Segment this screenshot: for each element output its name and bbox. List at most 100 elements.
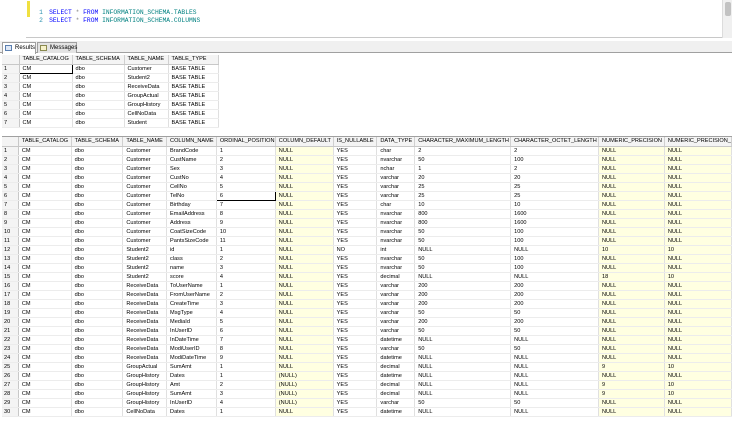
table-cell[interactable]: nvarchar <box>376 254 416 264</box>
table-cell[interactable]: CM <box>18 182 72 192</box>
editor-scrollbar[interactable] <box>722 0 732 38</box>
table-cell[interactable]: YES <box>333 200 378 210</box>
row-number[interactable]: 8 <box>2 209 19 219</box>
table-cell[interactable]: NULL <box>275 263 334 273</box>
row-number[interactable]: 1 <box>2 64 20 74</box>
table-row[interactable]: 2 CM dbo Student2 BASE TABLE <box>2 73 219 83</box>
table-cell[interactable]: nvarchar <box>376 209 416 219</box>
table-cell[interactable]: varchar <box>376 326 416 336</box>
row-number[interactable]: 6 <box>2 191 19 201</box>
table-row[interactable]: 3 CM dbo ReceiveData BASE TABLE <box>2 82 219 92</box>
table-cell[interactable]: 50 <box>510 308 599 318</box>
table-cell[interactable]: NULL <box>598 182 665 192</box>
table-cell[interactable]: CellNo <box>166 182 217 192</box>
table-cell[interactable]: NULL <box>510 371 599 381</box>
table-cell[interactable]: YES <box>333 407 378 417</box>
table-cell[interactable]: BASE TABLE <box>168 118 219 128</box>
row-number[interactable]: 2 <box>2 73 20 83</box>
table-row[interactable]: 26 CM dbo GroupHistory Dates 1 (NULL) YES dateti… <box>2 371 732 381</box>
table-cell[interactable]: NULL <box>275 290 334 300</box>
table-cell[interactable]: YES <box>333 335 378 345</box>
table-cell[interactable]: NULL <box>275 200 334 210</box>
table-row[interactable]: 21 CM dbo ReceiveData InUserID 6 NULL YES varcha… <box>2 326 732 336</box>
row-number[interactable]: 19 <box>2 308 19 318</box>
table-cell[interactable]: NULL <box>664 191 732 201</box>
table-cell[interactable]: NULL <box>414 353 512 363</box>
table-cell[interactable]: NULL <box>275 254 334 264</box>
table-cell[interactable]: datetime <box>376 335 416 345</box>
row-number[interactable]: 1 <box>2 146 19 156</box>
table-row[interactable]: 18 CM dbo ReceiveData CreateTime 3 NULL YES varc… <box>2 299 732 309</box>
table-cell[interactable]: Dates <box>166 371 217 381</box>
table-cell[interactable]: CM <box>18 371 72 381</box>
table-cell[interactable]: 9 <box>598 389 665 399</box>
column-header[interactable]: CHARACTER_MAXIMUM_LENGTH <box>414 137 512 147</box>
table-cell[interactable]: Customer <box>122 173 168 183</box>
table-cell[interactable]: nchar <box>376 164 416 174</box>
table-cell[interactable]: 1600 <box>510 218 599 228</box>
table-cell[interactable]: NULL <box>664 290 732 300</box>
table-cell[interactable]: varchar <box>376 281 416 291</box>
table-cell[interactable]: 9 <box>216 353 276 363</box>
table-cell[interactable]: (NULL) <box>275 380 334 390</box>
table-cell[interactable]: 3 <box>216 299 276 309</box>
table-cell[interactable]: 800 <box>414 209 512 219</box>
table-cell[interactable]: NULL <box>275 173 334 183</box>
table-cell[interactable]: BASE TABLE <box>168 109 219 119</box>
table-cell[interactable]: dbo <box>72 91 125 101</box>
table-cell[interactable]: NULL <box>510 380 599 390</box>
table-cell[interactable]: CM <box>18 209 72 219</box>
table-cell[interactable]: 50 <box>414 254 512 264</box>
table-cell[interactable]: NULL <box>664 155 732 165</box>
table-cell[interactable]: YES <box>333 146 378 156</box>
table-cell[interactable]: CustName <box>166 155 217 165</box>
table-cell[interactable]: 200 <box>510 317 599 327</box>
table-cell[interactable]: varchar <box>376 191 416 201</box>
table-cell[interactable]: CM <box>18 290 72 300</box>
grid-corner[interactable] <box>2 55 20 65</box>
table-cell[interactable]: ReceiveData <box>122 299 168 309</box>
table-cell[interactable]: 50 <box>414 326 512 336</box>
row-number[interactable]: 12 <box>2 245 19 255</box>
table-cell[interactable]: NULL <box>275 236 334 246</box>
table-cell[interactable]: NULL <box>664 209 732 219</box>
table-row[interactable]: 12 CM dbo Student2 id 1 NULL NO int NULL NULL 10 10 <box>2 245 732 255</box>
table-cell[interactable]: 3 <box>216 164 276 174</box>
table-cell[interactable]: dbo <box>71 227 124 237</box>
table-cell[interactable]: 1 <box>216 407 276 417</box>
row-number[interactable]: 18 <box>2 299 19 309</box>
table-cell[interactable]: NULL <box>414 389 512 399</box>
table-row[interactable]: 2 CM dbo Customer CustName 2 NULL YES nvarchar 50… <box>2 155 732 165</box>
table-cell[interactable]: 10 <box>598 245 665 255</box>
table-cell[interactable]: NULL <box>598 164 665 174</box>
table-row[interactable]: 7 CM dbo Student BASE TABLE <box>2 118 219 128</box>
table-row[interactable]: 25 CM dbo GroupActual SumAmt 1 NULL YES decimal N… <box>2 362 732 372</box>
table-row[interactable]: 20 CM dbo ReceiveData MediaId 5 NULL YES varchar… <box>2 317 732 327</box>
table-cell[interactable]: dbo <box>71 281 124 291</box>
table-cell[interactable]: varchar <box>376 173 416 183</box>
table-cell[interactable]: CM <box>18 254 72 264</box>
table-cell[interactable]: NULL <box>664 398 732 408</box>
row-number[interactable]: 24 <box>2 353 19 363</box>
table-cell[interactable]: 50 <box>414 155 512 165</box>
table-cell[interactable]: 200 <box>510 290 599 300</box>
table-cell[interactable]: GroupActual <box>122 362 168 372</box>
table-cell[interactable]: 50 <box>510 398 599 408</box>
table-cell[interactable]: EmailAddress <box>166 209 217 219</box>
table-cell[interactable]: 200 <box>414 281 512 291</box>
table-cell[interactable]: 25 <box>414 182 512 192</box>
table-cell[interactable]: (NULL) <box>275 389 334 399</box>
table-cell[interactable]: Student2 <box>124 73 169 83</box>
table-cell[interactable]: Customer <box>122 182 168 192</box>
table-cell[interactable]: CM <box>19 73 73 83</box>
table-cell[interactable]: NULL <box>510 245 599 255</box>
table-cell[interactable]: 200 <box>414 290 512 300</box>
table-cell[interactable]: datetime <box>376 371 416 381</box>
table-cell[interactable]: NULL <box>510 353 599 363</box>
table-cell[interactable]: ReceiveData <box>122 344 168 354</box>
table-cell[interactable]: MsgType <box>166 308 217 318</box>
table-cell[interactable]: GroupHistory <box>122 389 168 399</box>
table-row[interactable]: 7 CM dbo Customer Birthday 7 NULL YES char 10 10 NU… <box>2 200 732 210</box>
table-cell[interactable]: NULL <box>598 407 665 417</box>
table-cell[interactable]: dbo <box>71 155 124 165</box>
